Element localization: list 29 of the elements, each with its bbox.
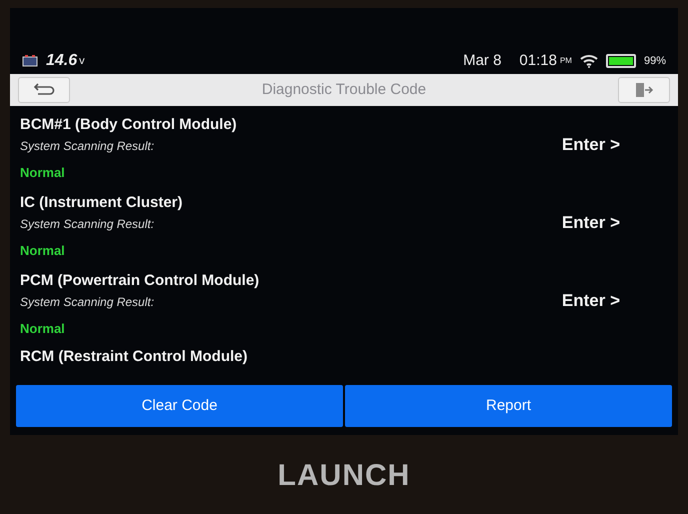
scan-result-label: System Scanning Result: bbox=[20, 294, 156, 310]
exit-button[interactable] bbox=[618, 77, 670, 103]
enter-link[interactable]: Enter > bbox=[562, 210, 620, 236]
page-title: Diagnostic Trouble Code bbox=[262, 80, 426, 100]
exit-door-icon bbox=[634, 82, 654, 98]
scan-result-status: Normal bbox=[20, 320, 66, 338]
wifi-icon bbox=[580, 54, 598, 68]
scan-result-label: System Scanning Result: bbox=[20, 138, 156, 154]
scan-result-status: Normal bbox=[20, 164, 66, 182]
module-name: RCM (Restraint Control Module) bbox=[20, 347, 248, 367]
back-icon bbox=[33, 82, 55, 98]
clear-code-button[interactable]: Clear Code bbox=[16, 385, 343, 427]
enter-link[interactable]: Enter > bbox=[562, 288, 620, 314]
back-button[interactable] bbox=[18, 77, 70, 103]
status-meridiem: PM bbox=[560, 55, 572, 67]
battery-voltage-icon bbox=[22, 55, 38, 67]
brand-logo-text: LAUNCH bbox=[278, 458, 410, 494]
status-date: Mar 8 bbox=[463, 50, 502, 71]
report-button[interactable]: Report bbox=[345, 385, 672, 427]
scan-result-label: System Scanning Result: bbox=[20, 216, 156, 232]
status-time: 01:18 bbox=[519, 50, 557, 71]
module-name: PCM (Powertrain Control Module) bbox=[20, 271, 260, 291]
voltage-reading: 14.6 bbox=[46, 51, 78, 71]
scan-result-status: Normal bbox=[20, 242, 66, 260]
enter-link[interactable]: Enter > bbox=[562, 132, 620, 158]
battery-percent: 99% bbox=[644, 54, 666, 69]
voltage-unit: v bbox=[79, 54, 85, 69]
module-name: BCM#1 (Body Control Module) bbox=[20, 115, 237, 135]
module-name: IC (Instrument Cluster) bbox=[20, 193, 183, 213]
